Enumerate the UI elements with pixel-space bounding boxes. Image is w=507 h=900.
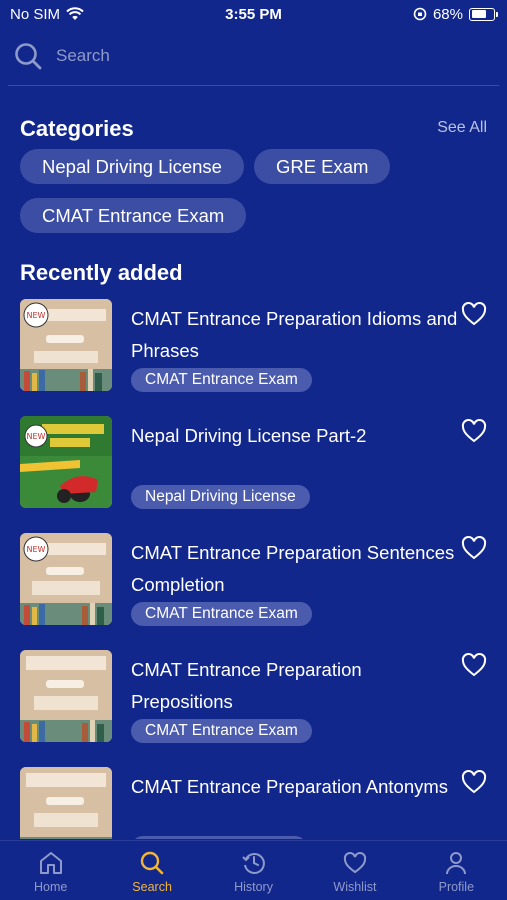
categories-heading: Categories: [20, 116, 134, 141]
battery-icon: [469, 7, 498, 21]
tab-history[interactable]: History: [203, 841, 304, 900]
course-category-tag[interactable]: CMAT Entrance Exam: [131, 368, 312, 392]
svg-text:NEW: NEW: [27, 545, 46, 554]
search-bar[interactable]: Search: [14, 38, 494, 74]
course-category-tag[interactable]: [131, 836, 307, 839]
category-chip-gre-exam[interactable]: GRE Exam: [253, 149, 391, 184]
carrier-info: No SIM: [10, 6, 84, 23]
list-item[interactable]: NEW CMAT Entrance Preparation Sentences …: [0, 531, 507, 631]
course-category-tag[interactable]: CMAT Entrance Exam: [131, 719, 312, 743]
home-icon: [39, 852, 62, 874]
battery-percent: 68%: [432, 5, 463, 23]
battery-info: 68%: [413, 5, 498, 23]
course-thumbnail: [20, 650, 112, 742]
course-category-tag[interactable]: Nepal Driving License: [131, 485, 310, 509]
tab-profile-label: Profile: [438, 880, 475, 894]
see-all-link[interactable]: See All: [437, 119, 487, 137]
tab-search-label: Search: [132, 880, 172, 894]
tab-history-label: History: [234, 880, 273, 894]
carrier-label: No SIM: [10, 5, 61, 23]
list-item[interactable]: CMAT Entrance Preparation Antonyms: [0, 765, 507, 839]
heart-icon[interactable]: [461, 301, 487, 327]
recently-added-heading: Recently added: [20, 260, 183, 285]
history-icon: [241, 852, 265, 874]
svg-text:NEW: NEW: [27, 432, 46, 441]
course-thumbnail: NEW: [20, 299, 112, 391]
svg-text:NEW: NEW: [27, 311, 46, 320]
wifi-icon: [66, 7, 84, 20]
heart-icon: [343, 851, 366, 874]
list-item[interactable]: CMAT Entrance Preparation Prepositions C…: [0, 648, 507, 748]
course-title[interactable]: Nepal Driving License Part-2: [131, 420, 461, 452]
heart-icon[interactable]: [461, 652, 487, 678]
orientation-lock-icon: [413, 7, 427, 21]
category-chip-cmat-entrance-exam[interactable]: CMAT Entrance Exam: [20, 198, 247, 233]
course-thumbnail: NEW: [20, 416, 112, 508]
course-title[interactable]: CMAT Entrance Preparation Sentences Comp…: [131, 537, 461, 601]
search-input[interactable]: Search: [56, 46, 110, 66]
course-title[interactable]: CMAT Entrance Preparation Prepositions: [131, 654, 461, 718]
course-title[interactable]: CMAT Entrance Preparation Idioms and Phr…: [131, 303, 461, 367]
tab-home-label: Home: [34, 880, 68, 894]
tab-profile[interactable]: Profile: [406, 841, 507, 900]
tab-wishlist-label: Wishlist: [333, 880, 377, 894]
heart-icon[interactable]: [461, 535, 487, 561]
search-icon: [15, 43, 42, 70]
course-thumbnail: [20, 767, 112, 839]
tab-home[interactable]: Home: [0, 841, 101, 900]
list-item[interactable]: NEW CMAT Entrance Preparation Idioms and…: [0, 297, 507, 397]
category-chips: Nepal Driving License GRE Exam CMAT Entr…: [20, 149, 490, 233]
search-divider: [8, 85, 499, 86]
heart-icon[interactable]: [461, 769, 487, 795]
bottom-tab-bar: Home Search History Wishlist Profile: [0, 840, 507, 900]
heart-icon[interactable]: [461, 418, 487, 444]
search-icon: [140, 851, 164, 875]
tab-search[interactable]: Search: [101, 841, 202, 900]
recent-list[interactable]: NEW CMAT Entrance Preparation Idioms and…: [0, 297, 507, 839]
battery-fill: [471, 10, 486, 18]
tab-wishlist[interactable]: Wishlist: [304, 841, 405, 900]
course-category-tag[interactable]: CMAT Entrance Exam: [131, 602, 312, 626]
status-bar: No SIM 3:55 PM 68%: [0, 0, 507, 28]
list-item[interactable]: NEW Nepal Driving License Part-2 Nepal D…: [0, 414, 507, 514]
category-chip-nepal-driving-license[interactable]: Nepal Driving License: [20, 149, 244, 184]
course-title[interactable]: CMAT Entrance Preparation Antonyms: [131, 771, 461, 803]
profile-icon: [446, 852, 467, 875]
course-thumbnail: NEW: [20, 533, 112, 625]
